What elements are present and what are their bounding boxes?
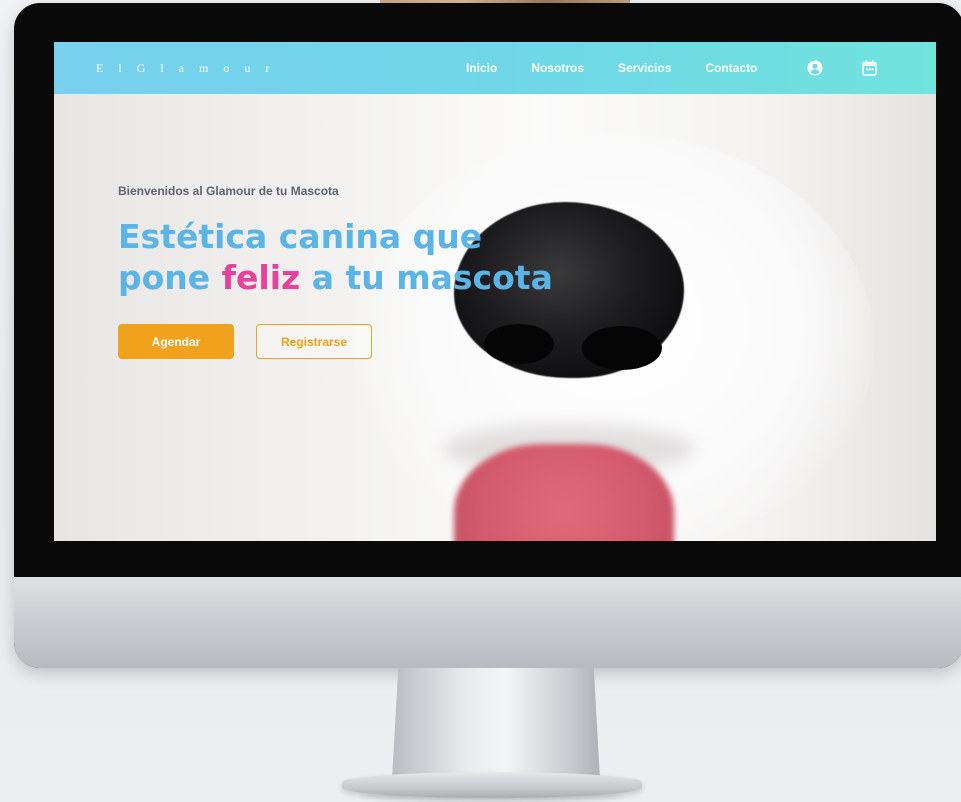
headline-line-2-pre: pone <box>118 258 211 297</box>
mockup-stage: E l G l a m o u r Inicio Nosotros Servic… <box>0 0 961 802</box>
monitor-frame: E l G l a m o u r Inicio Nosotros Servic… <box>14 3 961 668</box>
registrarse-button[interactable]: Registrarse <box>256 324 372 359</box>
monitor-chin <box>14 577 961 668</box>
hero-content: Bienvenidos al Glamour de tu Mascota Est… <box>118 184 638 359</box>
nav-link-servicios[interactable]: Servicios <box>618 61 671 75</box>
agendar-button[interactable]: Agendar <box>118 324 234 359</box>
top-navbar: E l G l a m o u r Inicio Nosotros Servic… <box>54 42 936 94</box>
hero-welcome-text: Bienvenidos al Glamour de tu Mascota <box>118 184 339 198</box>
dog-tongue <box>454 444 674 541</box>
calendar-icon[interactable] <box>860 59 878 77</box>
monitor-stand-neck <box>392 668 600 780</box>
headline-line-2-post: a tu mascota <box>311 258 553 297</box>
headline-line-1: Estética canina que <box>118 217 483 256</box>
hero-headline: Estética canina que pone feliz a tu masc… <box>118 216 638 298</box>
headline-highlight: feliz <box>221 258 301 297</box>
website-screen: E l G l a m o u r Inicio Nosotros Servic… <box>54 42 936 541</box>
nav-link-inicio[interactable]: Inicio <box>466 61 497 75</box>
nav-links: Inicio Nosotros Servicios Contacto <box>466 42 791 94</box>
brand-logo[interactable]: E l G l a m o u r <box>96 42 275 94</box>
user-icon[interactable] <box>806 59 824 77</box>
nav-link-nosotros[interactable]: Nosotros <box>531 61 584 75</box>
hero-buttons: Agendar Registrarse <box>118 324 638 359</box>
nav-link-contacto[interactable]: Contacto <box>705 61 757 75</box>
monitor-stand-base <box>342 772 642 798</box>
